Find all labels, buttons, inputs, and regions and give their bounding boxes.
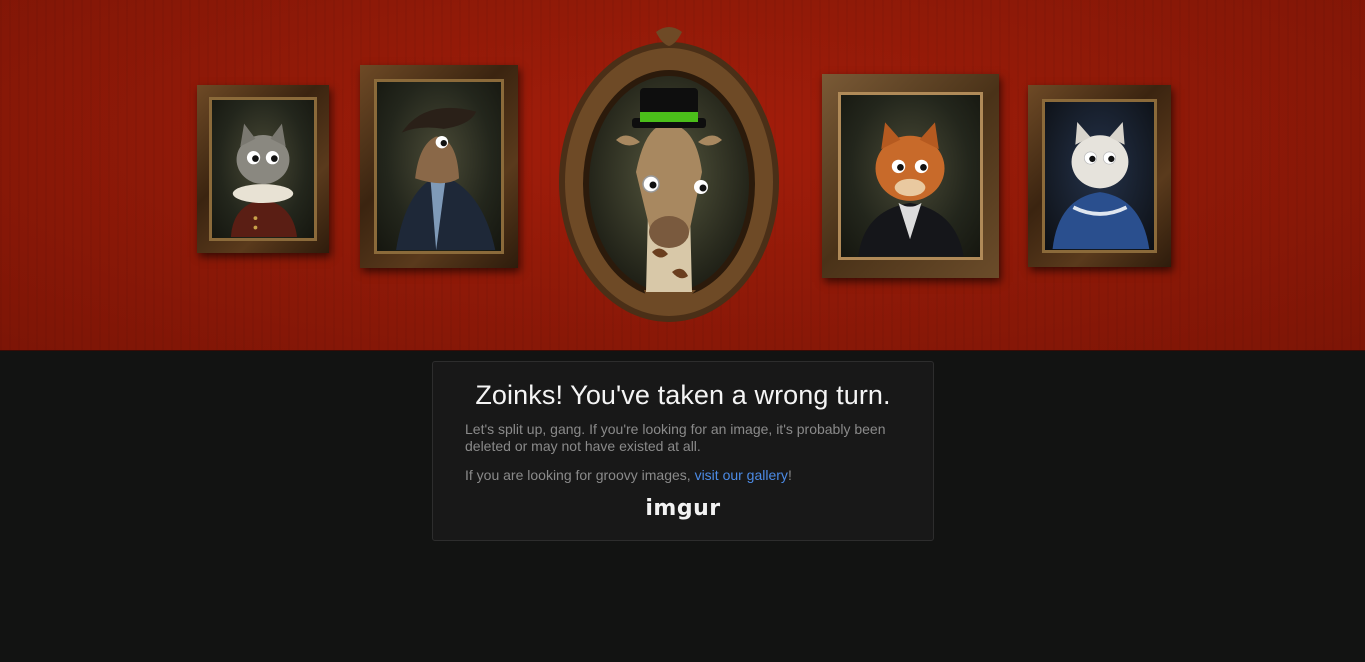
- orange-cat-portrait: [858, 122, 964, 257]
- error-message: Let's split up, gang. If you're looking …: [465, 421, 886, 454]
- grey-cat-portrait: [230, 123, 297, 237]
- gallery-suggestion: If you are looking for groovy images, vi…: [465, 467, 901, 484]
- portrait-frame-grey-cat: [197, 85, 329, 253]
- imgur-logo[interactable]: imgur: [465, 496, 901, 521]
- otter-portrait: [396, 107, 496, 250]
- error-card: Zoinks! You've taken a wrong turn. Let's…: [432, 361, 934, 541]
- giraffe-portrait: [559, 27, 779, 322]
- portrait-frame-giraffe: [556, 22, 782, 330]
- portrait-wall-banner: [0, 0, 1365, 351]
- visit-gallery-link[interactable]: visit our gallery: [695, 467, 788, 483]
- gallery-suffix-text: !: [787, 467, 792, 483]
- portrait-frame-otter: [360, 65, 518, 268]
- portrait-frame-white-cat: [1028, 85, 1171, 267]
- error-title: Zoinks! You've taken a wrong turn.: [475, 380, 891, 410]
- gallery-prefix-text: If you are looking for groovy images,: [465, 467, 695, 483]
- portrait-frame-orange-cat: [822, 74, 999, 278]
- white-cat-portrait: [1052, 121, 1150, 249]
